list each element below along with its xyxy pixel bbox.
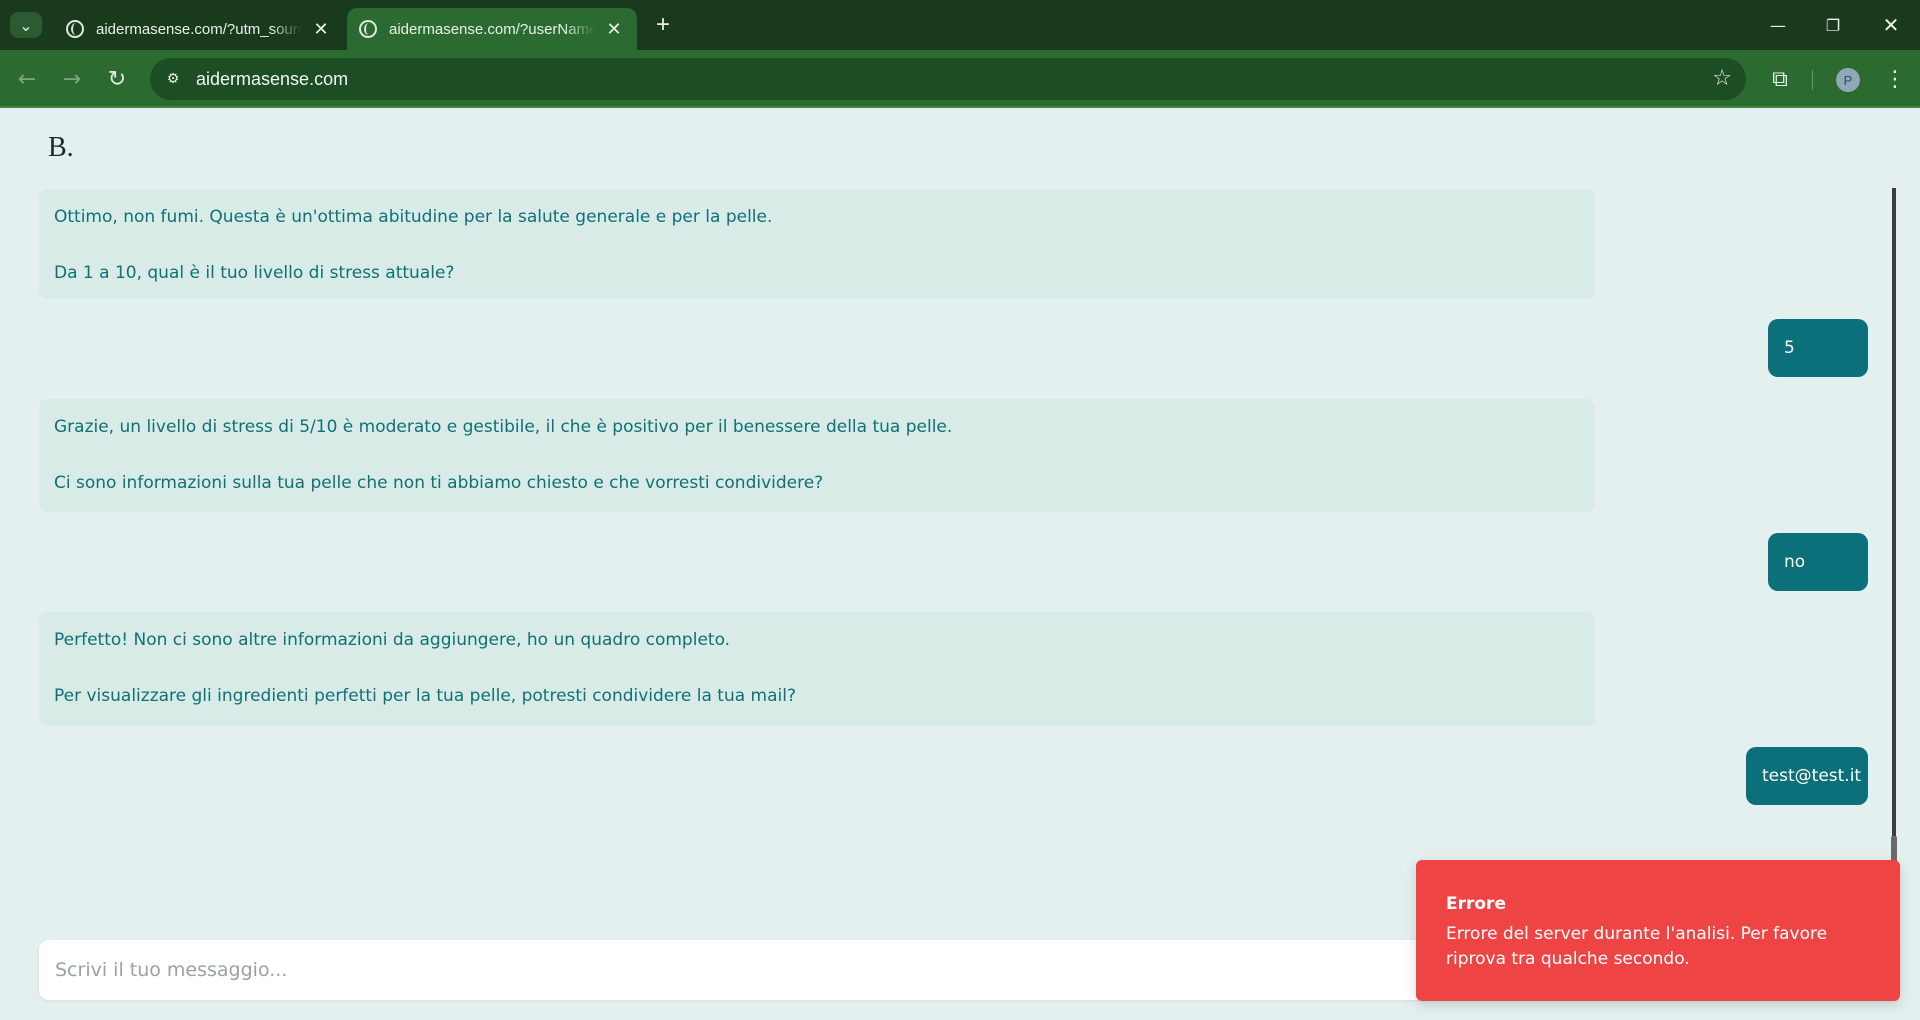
message-line: Da 1 a 10, qual è il tuo livello di stre…	[54, 263, 455, 283]
new-tab-button[interactable]: +	[650, 11, 676, 38]
brand-logo[interactable]: B.	[48, 132, 74, 164]
browser-tab-1[interactable]: aidermasense.com/?utm_source ✕	[54, 8, 344, 50]
chevron-down-icon: ⌄	[19, 15, 33, 35]
browser-tab-bar: ⌄ aidermasense.com/?utm_source ✕ aiderma…	[0, 0, 1920, 50]
message-line: Grazie, un livello di stress di 5/10 è m…	[54, 417, 953, 437]
message-line: Ottimo, non fumi. Questa è un'ottima abi…	[54, 207, 773, 227]
browser-tab-2-active[interactable]: aidermasense.com/?userName= ✕	[347, 8, 637, 50]
bot-message: Perfetto! Non ci sono altre informazioni…	[39, 612, 1595, 726]
bot-message: Ottimo, non fumi. Questa è un'ottima abi…	[39, 189, 1595, 299]
user-message: no	[1768, 533, 1868, 591]
globe-icon	[359, 20, 377, 38]
browser-menu-icon[interactable]: ⋮	[1880, 64, 1910, 94]
forward-arrow-icon[interactable]: →	[57, 64, 87, 94]
close-tab-icon[interactable]: ✕	[603, 18, 625, 40]
close-window-icon[interactable]: ✕	[1868, 10, 1914, 40]
bookmark-star-icon[interactable]: ☆	[1712, 66, 1732, 91]
user-message: test@test.it	[1746, 747, 1868, 805]
url-text[interactable]: aidermasense.com	[196, 69, 348, 90]
scrollbar-track[interactable]	[1892, 188, 1896, 918]
restore-window-icon[interactable]: ❐	[1810, 10, 1856, 40]
close-tab-icon[interactable]: ✕	[310, 18, 332, 40]
user-message: 5	[1768, 319, 1868, 377]
browser-toolbar: ← → ↻ ⚙ aidermasense.com ☆ ⧉ P ⋮	[0, 50, 1920, 108]
tab-title: aidermasense.com/?userName=	[389, 20, 595, 38]
address-bar[interactable]: ⚙ aidermasense.com ☆	[150, 58, 1746, 100]
bot-message: Grazie, un livello di stress di 5/10 è m…	[39, 399, 1595, 512]
message-line: Per visualizzare gli ingredienti perfett…	[54, 686, 796, 706]
tab-search-button[interactable]: ⌄	[10, 12, 42, 38]
globe-icon	[66, 20, 84, 38]
reload-icon[interactable]: ↻	[102, 64, 132, 94]
error-toast[interactable]: Errore Errore del server durante l'anali…	[1416, 860, 1900, 1001]
back-arrow-icon[interactable]: ←	[12, 64, 42, 94]
toast-title: Errore	[1446, 894, 1506, 914]
profile-avatar[interactable]: P	[1836, 68, 1860, 92]
toolbar-divider	[1812, 70, 1813, 90]
extensions-puzzle-icon[interactable]: ⧉	[1765, 64, 1795, 94]
message-line: Ci sono informazioni sulla tua pelle che…	[54, 473, 824, 493]
chat-scrollbar[interactable]	[1888, 188, 1900, 918]
message-line: Perfetto! Non ci sono altre informazioni…	[54, 630, 731, 650]
tab-title: aidermasense.com/?utm_source	[96, 20, 302, 38]
chat-thread: Ottimo, non fumi. Questa è un'ottima abi…	[0, 188, 1920, 918]
minimize-icon[interactable]: —	[1755, 10, 1801, 40]
site-settings-icon[interactable]: ⚙	[158, 64, 188, 94]
toast-message: Errore del server durante l'analisi. Per…	[1446, 924, 1828, 969]
